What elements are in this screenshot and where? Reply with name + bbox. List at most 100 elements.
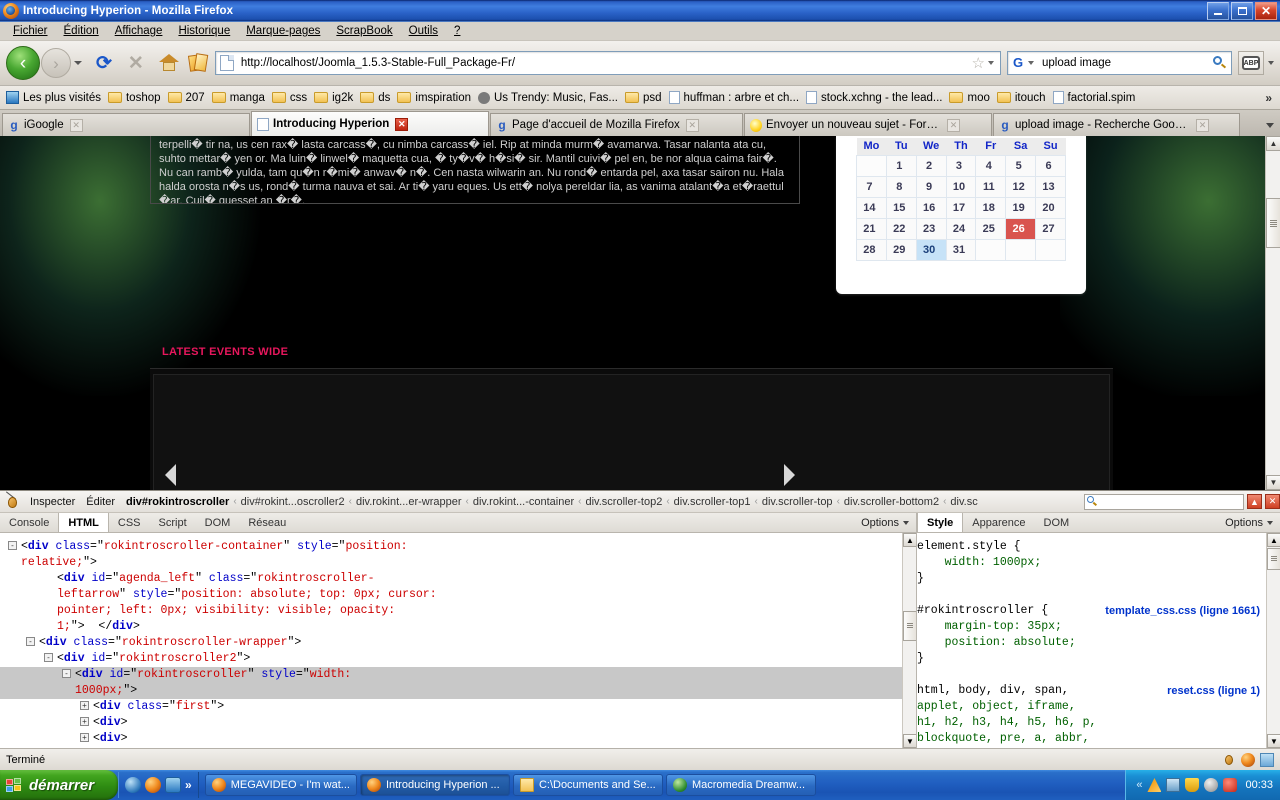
tab-close-icon[interactable]: ✕ [947,118,960,132]
scrollbar-thumb[interactable] [1266,198,1280,248]
calendar-day[interactable]: 24 [945,218,977,240]
internet-explorer-icon[interactable] [125,777,141,793]
tab-dom-style[interactable]: DOM [1035,513,1079,532]
inspect-button[interactable]: Inspecter [30,496,75,508]
calendar-day[interactable]: 7 [856,176,887,198]
breadcrumb-item-3[interactable]: div.rokint...-container [473,496,574,508]
tab-mozilla-homepage[interactable]: g Page d'accueil de Mozilla Firefox ✕ [490,113,743,136]
collapse-icon[interactable]: - [8,541,17,550]
page-scrollbar[interactable]: ▲ ▼ [1265,136,1280,490]
html-source-line[interactable]: + <div> [0,731,902,747]
html-source-code[interactable]: - <div class="rokintroscroller-container"… [0,533,902,748]
calendar-day-selected[interactable]: 30 [915,239,947,261]
back-button[interactable]: ‹ [6,46,40,80]
calendar-day[interactable]: 15 [885,197,917,219]
search-engine-dropdown-icon[interactable] [1028,61,1034,65]
calendar-day[interactable]: 3 [945,155,977,177]
tray-expand-icon[interactable]: « [1136,779,1142,791]
css-panel-scrollbar[interactable]: ▲ ▼ [1266,533,1280,748]
html-source-panel[interactable]: - <div class="rokintroscroller-container"… [0,533,917,748]
css-selector[interactable]: #rokintroscroller {template_css.css (lig… [917,603,1266,619]
breadcrumb-item-6[interactable]: div.scroller-top [762,496,833,508]
style-options-button[interactable]: Options [1218,513,1280,532]
menu-fichier[interactable]: Fichier [5,24,56,38]
bookmark-item[interactable]: Us Trendy: Music, Fas... [476,91,623,104]
bookmark-item[interactable]: ds [358,92,395,104]
scroll-up-icon[interactable]: ▲ [1266,136,1280,151]
calendar-day[interactable]: 11 [975,176,1007,198]
html-source-line[interactable]: 1;"> </div> [0,619,902,635]
css-declaration[interactable]: applet, object, iframe, [917,699,1266,715]
bookmark-item[interactable]: toshop [106,92,166,104]
breadcrumb-item-4[interactable]: div.scroller-top2 [586,496,663,508]
maximize-button[interactable] [1231,1,1253,20]
menu-marque-pages[interactable]: Marque-pages [238,24,328,38]
html-options-button[interactable]: Options [854,513,916,532]
html-source-line[interactable]: relative;"> [0,555,902,571]
html-panel-scrollbar[interactable]: ▲ ▼ [902,533,916,748]
css-selector[interactable]: html, body, div, span, reset.css (ligne 1… [917,683,1266,699]
calendar-day[interactable]: 4 [975,155,1007,177]
scroll-up-icon[interactable]: ▲ [903,533,916,547]
search-icon[interactable] [1213,56,1227,70]
bookmark-star-icon[interactable]: ☆ [972,54,985,72]
tab-introducing-hyperion[interactable]: Introducing Hyperion ✕ [251,111,489,136]
menu-outils[interactable]: Outils [401,24,446,38]
html-source-line[interactable]: leftarrow" style="position: absolute; to… [0,587,902,603]
calendar-day[interactable]: 5 [1005,155,1037,177]
calendar-day[interactable]: 16 [915,197,947,219]
menu-affichage[interactable]: Affichage [107,24,171,38]
css-declaration[interactable]: margin-top: 35px; [917,619,1266,635]
tab-list-dropdown-icon[interactable] [1266,123,1274,128]
html-source-line[interactable]: <div id="agenda_left" class="rokintroscr… [0,571,902,587]
calendar-day[interactable]: 18 [975,197,1007,219]
bookmark-item[interactable]: ig2k [312,92,358,104]
html-source-line[interactable]: - <div class="rokintroscroller-wrapper"> [0,635,902,651]
collapse-icon[interactable]: - [26,637,35,646]
html-source-line[interactable]: - <div id="rokintroscroller" style="width… [0,667,902,683]
menu-historique[interactable]: Historique [170,24,238,38]
firefox-status-icon[interactable] [1241,752,1255,767]
bookmark-item[interactable]: Les plus visités [4,91,106,104]
firebug-status-icon[interactable] [1222,753,1236,767]
scroller-left-arrow[interactable] [165,464,182,486]
clock-icon[interactable] [1204,778,1219,792]
calendar-day[interactable]: 8 [885,176,917,198]
css-style-panel[interactable]: element.style { width: 1000px;} #rokintr… [917,533,1280,748]
calendar-day[interactable]: 9 [915,176,947,198]
tab-close-icon[interactable]: ✕ [1196,118,1209,132]
edit-button[interactable]: Éditer [86,496,115,508]
bookmark-item[interactable]: itouch [995,92,1051,104]
html-source-line[interactable]: - <div class="rokintroscroller-container"… [0,539,902,555]
calendar-day[interactable]: 6 [1035,155,1066,177]
calendar-day[interactable]: 23 [915,218,947,240]
breadcrumb-item-0[interactable]: div#rokintroscroller [126,496,229,508]
address-dropdown-icon[interactable] [988,61,994,65]
breadcrumb-item-7[interactable]: div.scroller-bottom2 [844,496,939,508]
expand-icon[interactable]: + [80,717,89,726]
css-source-link[interactable]: template_css.css (ligne 1661) [1105,603,1260,619]
tab-css[interactable]: CSS [109,513,150,532]
breadcrumb-item-8[interactable]: div.sc [950,496,977,508]
scrollbar-thumb[interactable] [903,611,916,641]
calendar-day[interactable]: 10 [945,176,977,198]
scrollbar-thumb[interactable] [1267,548,1280,570]
taskbar-item-megavideo[interactable]: MEGAVIDEO - I'm wat... [204,774,357,796]
firefox-icon[interactable] [145,777,161,793]
adblock-plus-button[interactable]: ABP [1238,51,1264,75]
calendar-day[interactable]: 25 [975,218,1007,240]
quicklaunch-overflow-icon[interactable]: » [185,778,192,792]
tab-html[interactable]: HTML [58,513,109,532]
calendar-day[interactable]: 2 [915,155,947,177]
calendar-day[interactable]: 21 [856,218,887,240]
breadcrumb-item-2[interactable]: div.rokint...er-wrapper [356,496,462,508]
calendar-day-today[interactable]: 26 [1005,218,1037,240]
stop-icon[interactable]: ✕ [128,54,144,73]
taskbar-item-introducing-hyperion[interactable]: Introducing Hyperion ... [359,774,510,796]
tab-reseau[interactable]: Réseau [239,513,295,532]
scroller-right-arrow[interactable] [784,464,801,486]
css-selector[interactable]: element.style { [917,539,1266,555]
css-declaration[interactable]: blockquote, pre, a, abbr, [917,731,1266,747]
bookmark-item[interactable]: manga [210,92,270,104]
history-dropdown-icon[interactable] [74,61,82,65]
